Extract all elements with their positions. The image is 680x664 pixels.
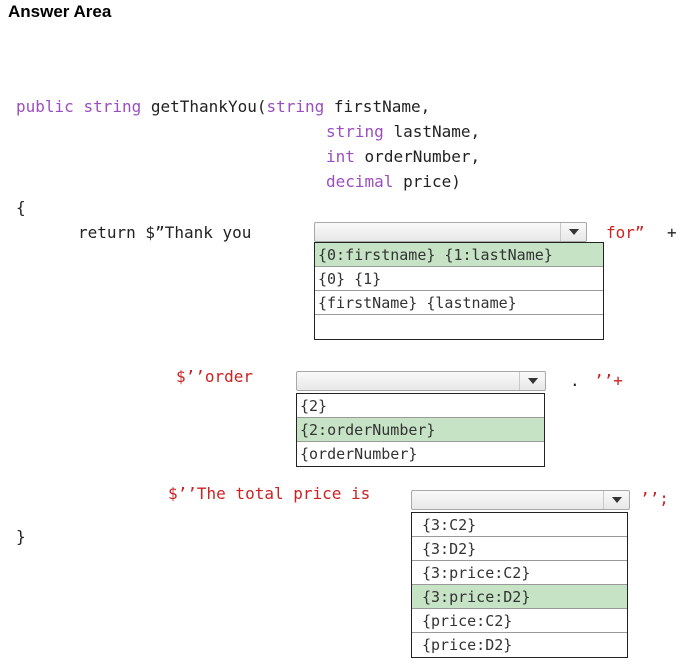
open-brace: {	[16, 198, 26, 217]
dropdown-3-option[interactable]: {3:price:C2}	[412, 561, 627, 585]
chevron-down-icon[interactable]	[603, 491, 629, 509]
signature-line-4: decimal price)	[326, 172, 461, 192]
dropdown-3-options: {3:C2} {3:D2} {3:price:C2} {3:price:D2} …	[411, 512, 628, 658]
dropdown-1-option[interactable]: {0} {1}	[315, 267, 603, 291]
keyword-string-2: string	[326, 122, 384, 141]
close-brace: }	[16, 527, 26, 546]
total-price-text: $’’The total price is	[168, 484, 371, 503]
signature-line-3: int orderNumber,	[326, 147, 480, 167]
keyword-string-param: string	[266, 97, 325, 116]
return-text: return $”Thank you	[78, 223, 252, 242]
chevron-down-icon[interactable]	[519, 372, 545, 390]
dropdown-3-option[interactable]: {3:D2}	[412, 537, 627, 561]
dot-text: .	[570, 371, 580, 390]
keyword-decimal: decimal	[326, 172, 394, 191]
dropdown-3-option[interactable]: {price:D2}	[412, 633, 627, 657]
dropdown-1-option[interactable]: {0:firstname} {1:lastName}	[315, 243, 603, 267]
dropdown-2-option[interactable]: {orderNumber}	[297, 442, 544, 466]
dropdown-2-option[interactable]: {2}	[297, 394, 544, 418]
dropdown-3-option[interactable]: {3:price:D2}	[412, 585, 627, 609]
dropdown-1-option[interactable]: {firstName} {lastname}	[315, 291, 603, 315]
param-price: price)	[403, 172, 461, 191]
chevron-down-icon[interactable]	[560, 223, 586, 241]
keyword-string: string	[83, 97, 142, 116]
signature-line-2: string lastName,	[326, 122, 480, 142]
param-lastname: lastName,	[393, 122, 481, 141]
dropdown-2-options: {2} {2:orderNumber} {orderNumber}	[296, 393, 545, 467]
dropdown-2[interactable]	[296, 371, 546, 391]
method-name: getThankYou(	[150, 97, 267, 116]
dropdown-2-option[interactable]: {2:orderNumber}	[297, 418, 544, 442]
dropdown-1[interactable]	[314, 222, 587, 242]
dropdown-1-options: {0:firstname} {1:lastName} {0} {1} {firs…	[314, 242, 604, 340]
plus-operator: +	[667, 223, 677, 242]
dropdown-1-option[interactable]	[315, 315, 603, 339]
quote-plus: ’’+	[594, 371, 623, 390]
answer-area-title: Answer Area	[8, 2, 112, 21]
for-text: for”	[606, 223, 645, 242]
param-ordernumber: orderNumber,	[364, 147, 481, 166]
keyword-public: public	[16, 97, 74, 116]
param-firstname: firstName,	[333, 97, 431, 116]
dropdown-3-option[interactable]: {3:C2}	[412, 513, 627, 537]
dropdown-3[interactable]	[411, 490, 630, 510]
dropdown-3-option[interactable]: {price:C2}	[412, 609, 627, 633]
end-quote-semicolon: ’’;	[640, 489, 669, 508]
signature-line-1: public string getThankYou(string firstNa…	[16, 97, 430, 117]
keyword-int: int	[326, 147, 355, 166]
order-text: $’’order	[176, 367, 254, 386]
